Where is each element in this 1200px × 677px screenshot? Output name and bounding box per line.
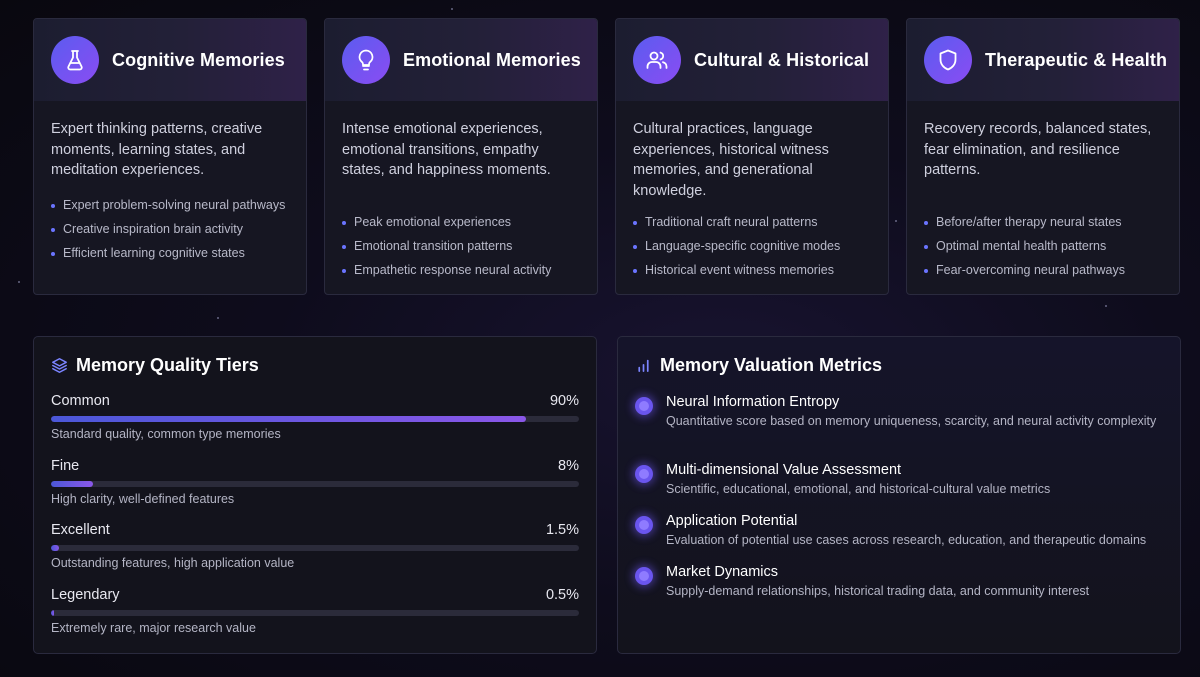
tier-percent: 8% <box>558 458 579 474</box>
star-decoration <box>895 220 897 222</box>
category-card-emotional: Emotional Memories Intense emotional exp… <box>324 18 598 295</box>
tier-percent: 90% <box>549 393 579 409</box>
metric-item: Multi-dimensional Value Assessment Scien… <box>635 461 1163 498</box>
card-feature-list: Expert problem-solving neural pathways C… <box>34 197 306 262</box>
list-item: Peak emotional experiences <box>342 214 580 231</box>
flask-icon <box>51 36 99 84</box>
tier-progress-bar <box>51 610 579 616</box>
tier-row: Legendary 0.5% Extremely rare, major res… <box>51 587 579 647</box>
metric-description: Quantitative score based on memory uniqu… <box>666 414 1157 428</box>
panel-title: Memory Valuation Metrics <box>635 355 882 376</box>
metric-name: Market Dynamics <box>666 564 778 580</box>
card-header: Emotional Memories <box>325 19 597 101</box>
list-item: Before/after therapy neural states <box>924 214 1162 231</box>
tier-name: Legendary <box>51 587 120 603</box>
card-header: Therapeutic & Health <box>907 19 1179 101</box>
category-card-cognitive: Cognitive Memories Expert thinking patte… <box>33 18 307 295</box>
metric-description: Supply-demand relationships, historical … <box>666 584 1090 598</box>
layers-icon <box>52 358 67 373</box>
users-icon <box>633 36 681 84</box>
tier-row: Fine 8% High clarity, well-defined featu… <box>51 458 579 518</box>
list-item: Optimal mental health patterns <box>924 238 1162 255</box>
tier-progress-fill <box>51 416 527 422</box>
star-decoration <box>18 281 20 283</box>
star-decoration <box>1105 305 1107 307</box>
card-description: Cultural practices, language experiences… <box>633 121 829 199</box>
metric-name: Neural Information Entropy <box>666 394 840 410</box>
tier-progress-fill <box>51 545 59 551</box>
card-title: Therapeutic & Health <box>985 49 1168 70</box>
metric-item: Market Dynamics Supply-demand relationsh… <box>635 563 1163 600</box>
glow-dot-icon <box>635 397 653 415</box>
valuation-metrics-panel: Memory Valuation Metrics Neural Informat… <box>617 336 1181 654</box>
list-item: Emotional transition patterns <box>342 238 580 255</box>
tier-description: High clarity, well-defined features <box>51 492 235 506</box>
list-item: Empathetic response neural activity <box>342 262 580 279</box>
card-header: Cognitive Memories <box>34 19 306 101</box>
tier-row: Excellent 1.5% Outstanding features, hig… <box>51 522 579 582</box>
glow-dot-icon <box>635 567 653 585</box>
tier-percent: 0.5% <box>545 587 579 603</box>
tier-description: Extremely rare, major research value <box>51 621 256 635</box>
tier-description: Standard quality, common type memories <box>51 427 281 441</box>
metric-item: Neural Information Entropy Quantitative … <box>635 393 1163 430</box>
list-item: Historical event witness memories <box>633 262 871 279</box>
tier-name: Common <box>51 393 110 409</box>
metric-name: Multi-dimensional Value Assessment <box>666 462 902 478</box>
card-title: Emotional Memories <box>403 49 581 70</box>
tier-name: Excellent <box>51 522 110 538</box>
card-description: Intense emotional experiences, emotional… <box>342 121 551 178</box>
lightbulb-icon <box>342 36 390 84</box>
panel-title: Memory Quality Tiers <box>51 355 259 376</box>
card-feature-list: Traditional craft neural patterns Langua… <box>616 214 888 279</box>
tier-progress-bar <box>51 545 579 551</box>
metric-item: Application Potential Evaluation of pote… <box>635 512 1163 549</box>
metric-description: Scientific, educational, emotional, and … <box>666 482 1051 496</box>
card-title: Cognitive Memories <box>112 49 285 70</box>
card-description: Expert thinking patterns, creative momen… <box>51 121 263 178</box>
card-description: Recovery records, balanced states, fear … <box>924 121 1152 178</box>
tier-progress-fill <box>51 481 94 487</box>
star-decoration <box>451 8 453 10</box>
list-item: Efficient learning cognitive states <box>51 245 289 262</box>
tier-progress-bar <box>51 416 579 422</box>
shield-icon <box>924 36 972 84</box>
quality-tiers-panel: Memory Quality Tiers Common 90% Standard… <box>33 336 597 654</box>
glow-dot-icon <box>635 465 653 483</box>
list-item: Creative inspiration brain activity <box>51 221 289 238</box>
card-title: Cultural & Historical <box>694 49 870 70</box>
glow-dot-icon <box>635 516 653 534</box>
tier-row: Common 90% Standard quality, common type… <box>51 393 579 453</box>
tier-progress-fill <box>51 610 54 616</box>
tier-name: Fine <box>51 458 80 474</box>
bar-chart-icon <box>638 359 649 373</box>
panel-title-text: Memory Quality Tiers <box>76 355 259 375</box>
category-card-therapeutic: Therapeutic & Health Recovery records, b… <box>906 18 1180 295</box>
star-decoration <box>217 317 219 319</box>
category-card-cultural: Cultural & Historical Cultural practices… <box>615 18 889 295</box>
card-feature-list: Peak emotional experiences Emotional tra… <box>325 214 597 279</box>
card-header: Cultural & Historical <box>616 19 888 101</box>
card-feature-list: Before/after therapy neural states Optim… <box>907 214 1179 279</box>
panel-title-text: Memory Valuation Metrics <box>660 355 883 375</box>
list-item: Traditional craft neural patterns <box>633 214 871 231</box>
tier-progress-bar <box>51 481 579 487</box>
list-item: Language-specific cognitive modes <box>633 238 871 255</box>
list-item: Expert problem-solving neural pathways <box>51 197 289 214</box>
tier-percent: 1.5% <box>545 522 579 538</box>
tier-description: Outstanding features, high application v… <box>51 556 295 570</box>
metric-description: Evaluation of potential use cases across… <box>666 533 1147 547</box>
metric-name: Application Potential <box>666 513 798 529</box>
list-item: Fear-overcoming neural pathways <box>924 262 1162 279</box>
